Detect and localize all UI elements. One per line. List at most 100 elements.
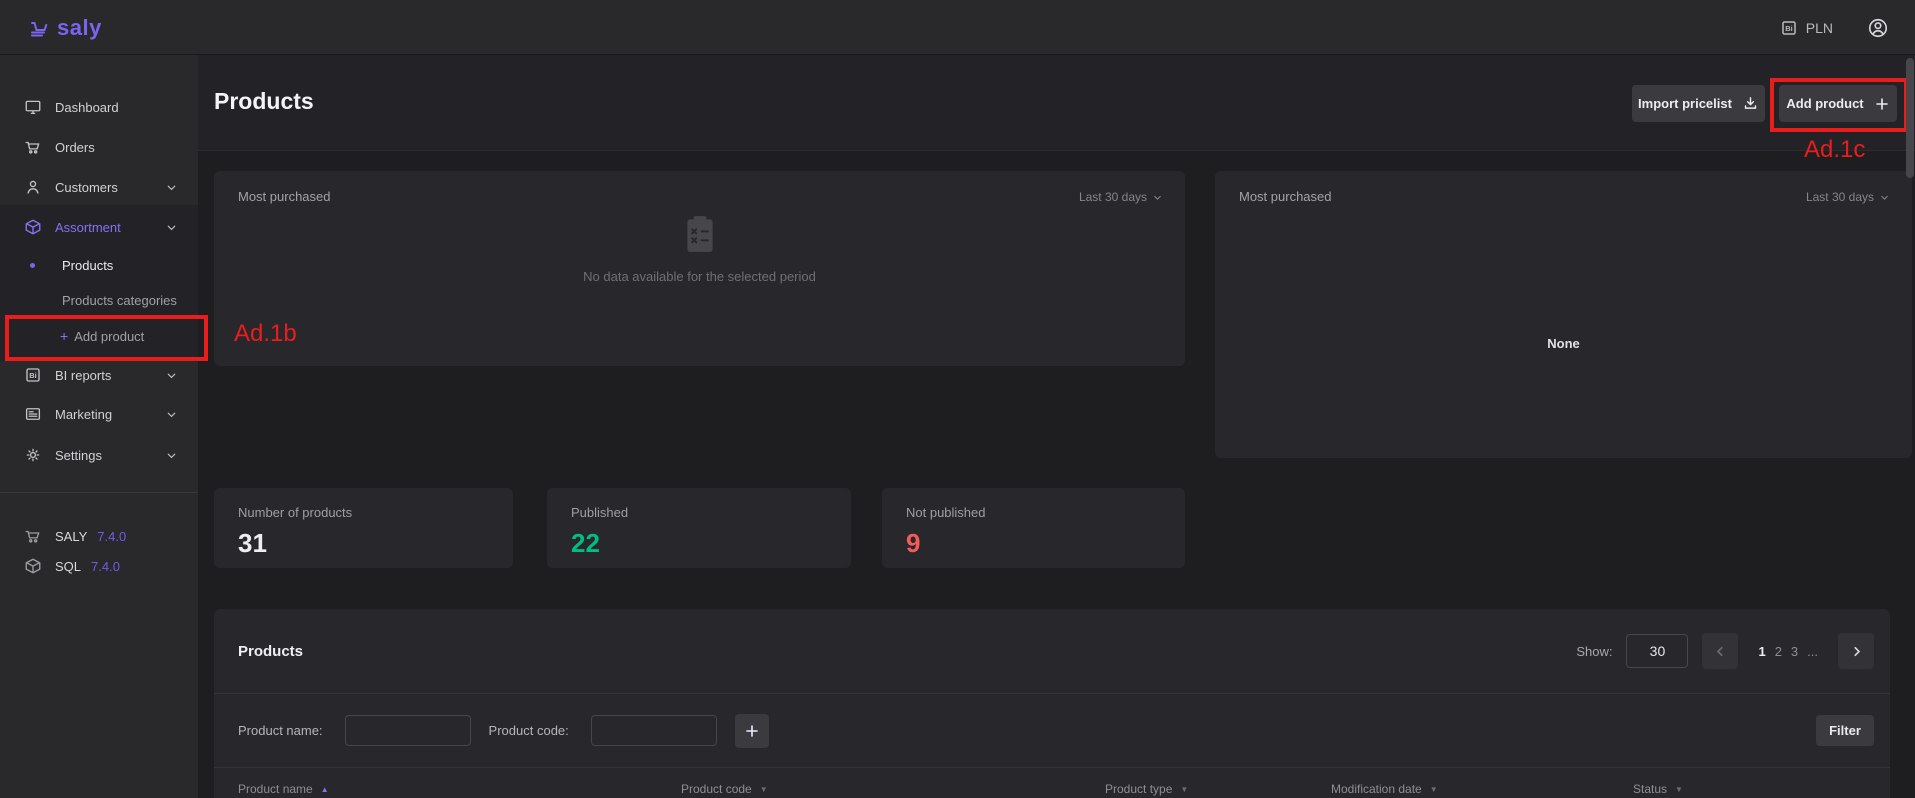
- sidebar-item-marketing[interactable]: Marketing: [0, 399, 198, 429]
- import-pricelist-button[interactable]: Import pricelist: [1632, 85, 1765, 122]
- sidebar-item-settings[interactable]: Settings: [0, 440, 198, 470]
- no-data-clipboard-icon: [679, 213, 721, 255]
- page-header: Products Import pricelist Add product: [198, 55, 1915, 151]
- page-number-3[interactable]: 3: [1791, 644, 1798, 659]
- most-purchased-widget-left: Most purchased Last 30 days No data avai…: [214, 171, 1185, 366]
- period-dropdown[interactable]: Last 30 days: [1806, 190, 1890, 204]
- chevron-down-icon: [165, 369, 178, 382]
- column-header-product-code[interactable]: Product code▼: [681, 782, 1105, 796]
- scrollbar-thumb[interactable]: [1906, 58, 1914, 178]
- empty-state: No data available for the selected perio…: [214, 213, 1185, 284]
- sort-desc-icon: ▼: [1180, 785, 1188, 794]
- sidebar-subitem-products-categories[interactable]: Products categories: [0, 285, 198, 315]
- main-content: Most purchased Last 30 days No data avai…: [198, 151, 1915, 798]
- page-size-input[interactable]: [1626, 634, 1688, 668]
- column-header-product-name[interactable]: Product name▲: [238, 782, 681, 796]
- show-label: Show:: [1576, 644, 1612, 659]
- plus-icon: [1874, 96, 1890, 112]
- currency-selector[interactable]: Bi PLN: [1780, 19, 1833, 37]
- subitem-label: Products: [0, 258, 113, 273]
- product-name-filter-input[interactable]: [345, 715, 471, 746]
- products-table-card: Products Show: 1 2 3 ... Product name:: [214, 609, 1890, 798]
- logo[interactable]: saly: [28, 0, 102, 55]
- sidebar-item-bi-reports[interactable]: Bi BI reports: [0, 360, 198, 390]
- stat-value: 31: [238, 528, 267, 559]
- cube-icon: [24, 218, 42, 236]
- sidebar-item-label: Settings: [55, 448, 102, 463]
- sidebar-item-customers[interactable]: Customers: [0, 172, 198, 202]
- period-label: Last 30 days: [1806, 190, 1874, 204]
- version-number: 7.4.0: [97, 529, 126, 544]
- sidebar-item-dashboard[interactable]: Dashboard: [0, 92, 198, 122]
- sort-asc-icon: ▲: [321, 785, 329, 794]
- pagination-next-button[interactable]: [1838, 633, 1874, 669]
- add-filter-button[interactable]: [735, 714, 769, 748]
- sort-desc-icon: ▼: [1430, 785, 1438, 794]
- widget-title: Most purchased: [1239, 189, 1332, 204]
- app-window: saly Bi PLN Dashboard Orders C: [0, 0, 1915, 798]
- page-number-2[interactable]: 2: [1775, 644, 1782, 659]
- version-name: SALY: [55, 529, 87, 544]
- sidebar-item-label: Marketing: [55, 407, 112, 422]
- sidebar-subitem-products[interactable]: Products: [0, 250, 198, 280]
- product-code-filter-label: Product code:: [489, 723, 569, 738]
- chevron-down-icon: [165, 221, 178, 234]
- stat-label: Published: [571, 505, 628, 520]
- sidebar-item-label: Customers: [55, 180, 118, 195]
- widget-title: Most purchased: [238, 189, 331, 204]
- chevron-down-icon: [1879, 192, 1890, 203]
- chevron-down-icon: [165, 181, 178, 194]
- version-saly: SALY 7.4.0: [0, 522, 198, 550]
- table-title: Products: [238, 643, 303, 660]
- stat-label: Number of products: [238, 505, 352, 520]
- product-code-filter-input[interactable]: [591, 715, 717, 746]
- sidebar-item-label: Orders: [55, 140, 95, 155]
- sidebar-item-orders[interactable]: Orders: [0, 132, 198, 162]
- bi-report-icon: Bi: [24, 366, 42, 384]
- sidebar-item-label: Assortment: [55, 220, 121, 235]
- sidebar-item-assortment[interactable]: Assortment: [0, 212, 198, 242]
- pagination-prev-button[interactable]: [1702, 633, 1738, 669]
- version-number: 7.4.0: [91, 559, 120, 574]
- page-title: Products: [214, 88, 314, 115]
- page-number-1[interactable]: 1: [1758, 644, 1765, 659]
- sort-desc-icon: ▼: [1675, 785, 1683, 794]
- column-header-status[interactable]: Status▼: [1633, 782, 1866, 796]
- stat-label: Not published: [906, 505, 986, 520]
- active-bullet-icon: [30, 263, 35, 268]
- period-label: Last 30 days: [1079, 190, 1147, 204]
- product-name-filter-label: Product name:: [238, 723, 323, 738]
- column-header-product-type[interactable]: Product type▼: [1105, 782, 1331, 796]
- subitem-label: Add product: [74, 329, 144, 344]
- stat-published: Published 22: [547, 488, 851, 568]
- svg-text:Bi: Bi: [1785, 24, 1793, 33]
- monitor-icon: [24, 98, 42, 116]
- sidebar-subitem-add-product[interactable]: + Add product: [0, 321, 198, 351]
- sidebar-divider: [0, 492, 198, 493]
- pagination-pages: 1 2 3 ...: [1758, 644, 1818, 659]
- add-product-button[interactable]: Add product: [1779, 85, 1897, 122]
- column-header-modification-date[interactable]: Modification date▼: [1331, 782, 1633, 796]
- no-data-text: No data available for the selected perio…: [583, 269, 816, 284]
- sidebar: Dashboard Orders Customers Assortment Pr…: [0, 55, 198, 798]
- chevron-down-icon: [165, 408, 178, 421]
- filter-button[interactable]: Filter: [1816, 715, 1874, 746]
- table-header-row: Product name▲ Product code▼ Product type…: [214, 768, 1890, 798]
- user-account-icon[interactable]: [1867, 17, 1889, 39]
- sidebar-item-label: Dashboard: [55, 100, 119, 115]
- sidebar-item-label: BI reports: [55, 368, 111, 383]
- import-button-label: Import pricelist: [1638, 96, 1732, 111]
- topbar: saly Bi PLN: [0, 0, 1915, 55]
- chevron-down-icon: [165, 449, 178, 462]
- cube-icon: [24, 557, 42, 575]
- period-dropdown[interactable]: Last 30 days: [1079, 190, 1163, 204]
- table-filter-row: Product name: Product code: Filter: [214, 694, 1890, 768]
- none-text: None: [1215, 336, 1912, 351]
- cart-icon: [24, 138, 42, 156]
- stat-not-published: Not published 9: [882, 488, 1185, 568]
- sort-desc-icon: ▼: [760, 785, 768, 794]
- cart-icon: [24, 527, 42, 545]
- plus-icon: +: [60, 328, 68, 344]
- page-ellipsis: ...: [1807, 644, 1818, 659]
- svg-text:Bi: Bi: [29, 371, 37, 380]
